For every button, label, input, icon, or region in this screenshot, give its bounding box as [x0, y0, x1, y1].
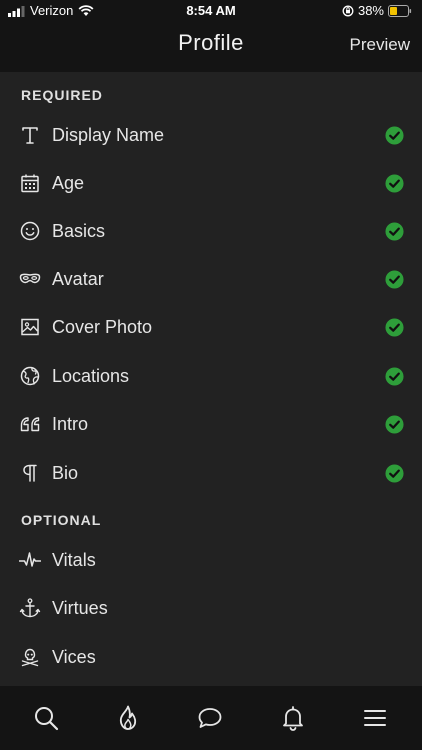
- menu-icon[interactable]: [361, 704, 389, 732]
- check-icon: [385, 173, 404, 193]
- list-item-display-name[interactable]: Display Name: [0, 111, 422, 159]
- check-icon: [385, 269, 404, 289]
- pilcrow-icon: [23, 464, 37, 482]
- calendar-icon: [21, 174, 39, 193]
- list-item-bio[interactable]: Bio: [0, 449, 422, 497]
- image-icon: [21, 318, 39, 336]
- mask-icon: [19, 273, 41, 284]
- list-item-avatar[interactable]: Avatar: [0, 255, 422, 303]
- status-bar: Verizon 8:54 AM 38%: [0, 0, 422, 22]
- list-item-label: Intro: [52, 413, 89, 434]
- list-item-label: Vitals: [52, 549, 96, 570]
- list-item-basics[interactable]: Basics: [0, 207, 422, 255]
- chat-icon[interactable]: [196, 704, 224, 732]
- profile-list: REQUIRED Display Name Age Basics Avatar …: [0, 72, 422, 686]
- list-item-vitals[interactable]: Vitals: [0, 536, 422, 584]
- quote-icon: [20, 417, 40, 432]
- preview-button[interactable]: Preview: [350, 35, 410, 55]
- list-item-vices[interactable]: Vices: [0, 633, 422, 681]
- list-item-label: Age: [52, 172, 85, 193]
- check-icon: [385, 414, 404, 434]
- list-item-cover-photo[interactable]: Cover Photo: [0, 303, 422, 351]
- skull-crossbones-icon: [21, 648, 39, 667]
- globe-icon: [20, 366, 40, 386]
- pulse-icon: [19, 552, 41, 567]
- tab-bar: [0, 686, 422, 750]
- bell-icon[interactable]: [279, 704, 307, 732]
- text-icon: [22, 127, 38, 144]
- list-item-label: Cover Photo: [52, 316, 153, 337]
- battery-icon: [388, 4, 412, 17]
- nav-bar: Profile Preview: [0, 22, 422, 72]
- section-header-required: REQUIRED: [21, 87, 103, 103]
- orientation-lock-icon: [342, 5, 354, 16]
- list-item-age[interactable]: Age: [0, 159, 422, 207]
- section-header-optional: OPTIONAL: [21, 512, 102, 528]
- list-item-label: Bio: [52, 462, 79, 483]
- check-icon: [385, 221, 404, 241]
- check-icon: [385, 366, 404, 386]
- check-icon: [385, 463, 404, 483]
- list-item-label: Locations: [52, 365, 130, 386]
- check-icon: [385, 317, 404, 337]
- battery-percent: 38%: [357, 3, 384, 18]
- smiley-icon: [20, 221, 40, 241]
- list-item-intro[interactable]: Intro: [0, 400, 422, 448]
- list-item-label: Basics: [52, 220, 106, 241]
- flame-icon[interactable]: [114, 704, 142, 732]
- search-icon[interactable]: [32, 704, 60, 732]
- list-item-label: Avatar: [52, 268, 104, 289]
- check-icon: [385, 125, 404, 145]
- anchor-icon: [19, 598, 41, 618]
- list-item-label: Display Name: [52, 124, 165, 145]
- list-item-virtues[interactable]: Virtues: [0, 584, 422, 632]
- list-item-label: Virtues: [52, 597, 108, 618]
- list-item-label: Vices: [52, 646, 96, 667]
- status-right: 38%: [342, 3, 412, 18]
- list-item-locations[interactable]: Locations: [0, 352, 422, 400]
